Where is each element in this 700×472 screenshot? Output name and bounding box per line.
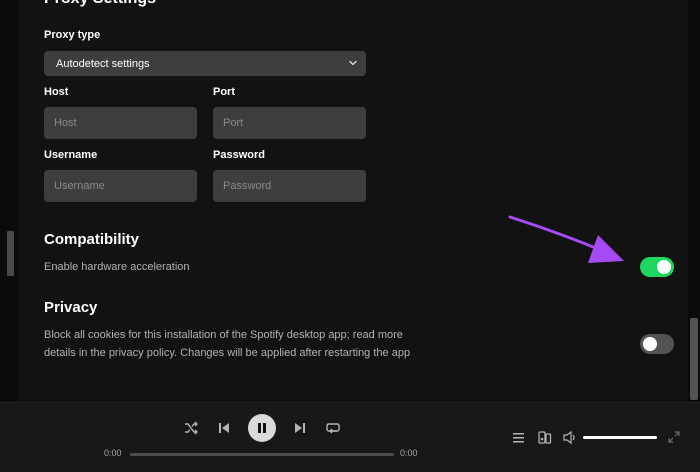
username-input[interactable]: [44, 170, 197, 202]
password-label: Password: [213, 149, 265, 161]
pause-icon: [258, 423, 266, 433]
proxy-type-value: Autodetect settings: [56, 57, 150, 70]
left-scroll-marker[interactable]: [7, 231, 14, 276]
volume-fill: [583, 436, 657, 439]
repeat-icon[interactable]: [325, 420, 341, 436]
host-label: Host: [44, 86, 69, 98]
port-input[interactable]: [213, 107, 366, 139]
hardware-acceleration-toggle[interactable]: [640, 257, 674, 277]
privacy-description-line1: Block all cookies for this installation …: [44, 329, 403, 341]
username-label: Username: [44, 149, 98, 161]
pause-button[interactable]: [248, 414, 276, 442]
toggle-knob: [657, 260, 671, 274]
scrollbar-thumb[interactable]: [690, 318, 698, 400]
volume-icon[interactable]: [562, 430, 578, 445]
next-icon[interactable]: [292, 420, 308, 436]
annotation-arrow-icon: [508, 215, 624, 263]
settings-panel: Proxy Settings Proxy type Autodetect set…: [18, 0, 688, 402]
elapsed-time: 0:00: [104, 448, 122, 458]
progress-bar[interactable]: [130, 453, 394, 456]
port-label: Port: [213, 86, 235, 98]
connect-device-icon[interactable]: [537, 430, 552, 445]
fullscreen-icon[interactable]: [668, 431, 680, 443]
privacy-heading: Privacy: [44, 299, 98, 316]
chevron-down-icon: [349, 60, 357, 66]
left-gutter: [0, 0, 18, 402]
password-input[interactable]: [213, 170, 366, 202]
privacy-description-line2: details in the privacy policy. Changes w…: [44, 347, 411, 359]
previous-icon[interactable]: [216, 420, 232, 436]
hardware-acceleration-label: Enable hardware acceleration: [44, 261, 190, 273]
queue-icon[interactable]: [511, 430, 526, 445]
volume-slider[interactable]: [583, 436, 657, 439]
proxy-section-title: Proxy Settings: [44, 0, 156, 8]
proxy-type-label: Proxy type: [44, 29, 101, 41]
proxy-type-select[interactable]: Autodetect settings: [44, 51, 366, 76]
compatibility-heading: Compatibility: [44, 231, 140, 248]
duration-time: 0:00: [400, 448, 418, 458]
block-cookies-toggle[interactable]: [640, 334, 674, 354]
shuffle-icon[interactable]: [183, 420, 199, 436]
toggle-knob: [643, 337, 657, 351]
host-input[interactable]: [44, 107, 197, 139]
